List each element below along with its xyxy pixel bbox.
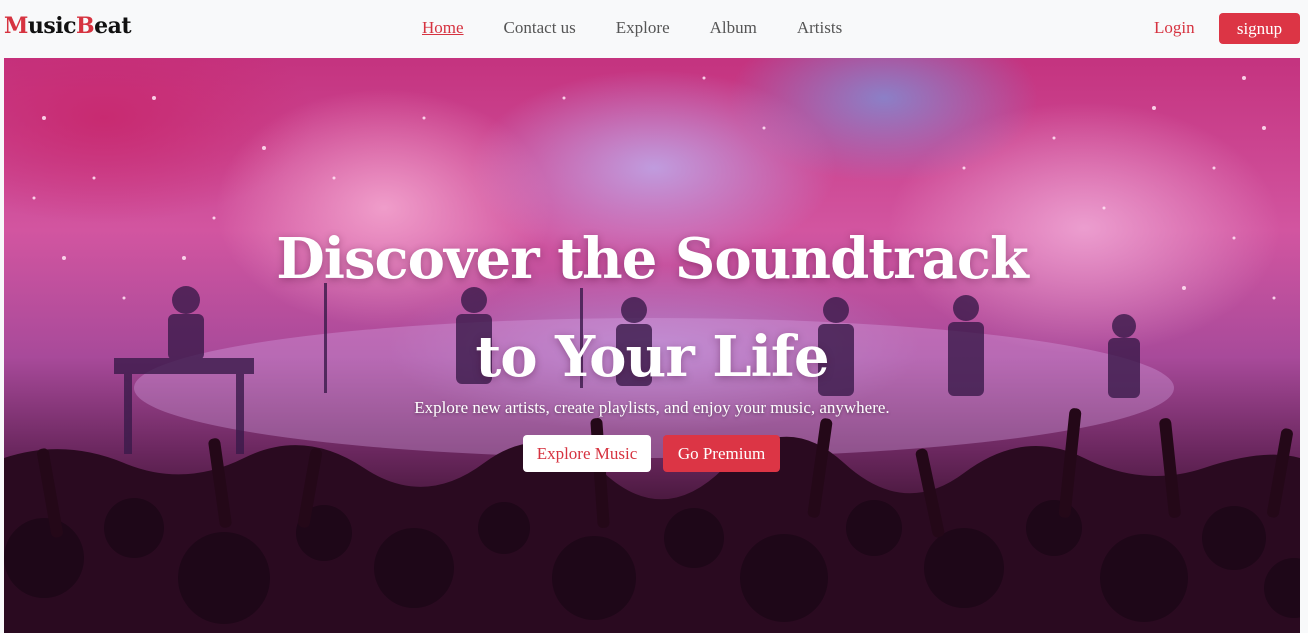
nav-link-home[interactable]: Home [402,18,484,38]
brand-letter-b: B [76,13,95,39]
signup-button[interactable]: signup [1219,13,1300,44]
nav-links: Home Contact us Explore Album Artists [402,18,862,38]
navbar: MusicBeat Home Contact us Explore Album … [0,0,1308,58]
brand-text-usic: usic [27,13,77,39]
nav-link-album[interactable]: Album [690,18,777,38]
hero-subtitle: Explore new artists, create playlists, a… [414,398,890,417]
brand-logo[interactable]: MusicBeat [4,13,132,39]
go-premium-button[interactable]: Go Premium [663,435,780,472]
login-link[interactable]: Login [1154,18,1195,38]
nav-link-explore[interactable]: Explore [596,18,690,38]
brand-letter-m: M [4,13,28,39]
hero-title-line1: Discover the Soundtrack [276,226,1029,292]
nav-link-contact[interactable]: Contact us [484,18,596,38]
brand-text-eat: eat [94,13,132,39]
explore-music-button[interactable]: Explore Music [523,435,651,472]
nav-link-artists[interactable]: Artists [777,18,862,38]
hero-title-line2: to Your Life [475,324,829,390]
hero-banner: Discover the Soundtrack to Your Life Exp… [4,58,1300,633]
